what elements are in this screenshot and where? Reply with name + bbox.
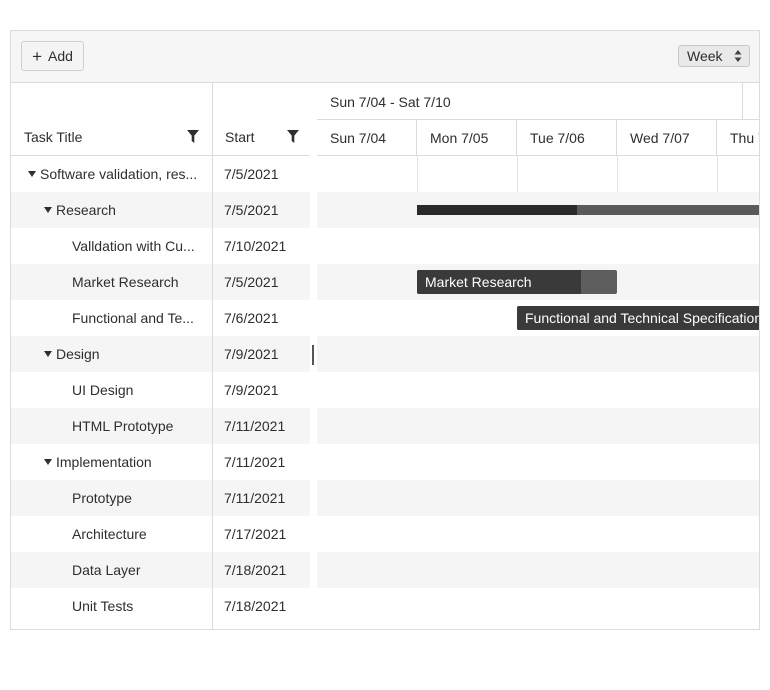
task-title: Architecture [72, 526, 147, 542]
tree-rows: Software validation, res... 7/5/2021 Resea… [11, 156, 310, 624]
summary-bar[interactable] [417, 205, 759, 215]
grid-line [517, 156, 518, 192]
task-title: Software validation, res... [40, 166, 198, 182]
filter-icon[interactable] [287, 130, 299, 143]
task-row[interactable]: Data Layer 7/18/2021 [11, 552, 310, 588]
timeline-pane: Sun 7/04 - Sat 7/10 Sun 7/04 Mon 7/05 Tue … [317, 82, 759, 629]
caret-down-icon[interactable] [28, 171, 36, 177]
day-header: Tue 7/06 [517, 120, 617, 156]
task-title: UI Design [72, 382, 134, 398]
plus-icon: + [32, 46, 42, 66]
task-start-date: 7/17/2021 [224, 526, 287, 542]
gantt-toolbar: + Add Week [11, 31, 759, 83]
task-row[interactable]: Unit Tests 7/18/2021 [11, 588, 310, 624]
task-row[interactable]: UI Design 7/9/2021 [11, 372, 310, 408]
task-title: Data Layer [72, 562, 141, 578]
task-start-date: 7/6/2021 [224, 310, 279, 326]
caret-down-icon[interactable] [44, 351, 52, 357]
add-task-button[interactable]: + Add [21, 41, 84, 71]
gantt-chart: + Add Week Task Title Start Software val… [10, 30, 760, 630]
day-header: Sun 7/04 [317, 120, 417, 156]
task-row[interactable]: Implementation 7/11/2021 [11, 444, 310, 480]
task-bar-label: Functional and Technical Specification [525, 310, 759, 326]
task-tree: Task Title Start Software validation, re… [11, 82, 310, 629]
task-bar[interactable]: Market Research [417, 270, 617, 294]
task-title: Valldation with Cu... [72, 238, 195, 254]
day-header: Mon 7/05 [417, 120, 517, 156]
week-divider [742, 82, 743, 119]
timeline-row [317, 588, 759, 624]
week-range-label: Sun 7/04 - Sat 7/10 [330, 94, 451, 110]
task-title: Unit Tests [72, 598, 134, 614]
task-row[interactable]: Design 7/9/2021 [11, 336, 310, 372]
task-title: Functional and Te... [72, 310, 194, 326]
day-header: Wed 7/07 [617, 120, 717, 156]
task-start-date: 7/11/2021 [224, 490, 286, 506]
day-header: Thu 7/08 [717, 120, 759, 156]
updown-arrows-icon [734, 50, 742, 62]
timeline-rows [317, 156, 759, 624]
grid-line [417, 156, 418, 192]
timeline-row [317, 408, 759, 444]
timeline-row [317, 156, 759, 192]
task-start-date: 7/10/2021 [224, 238, 287, 254]
caret-down-icon[interactable] [44, 459, 52, 465]
task-start-date: 7/18/2021 [224, 562, 287, 578]
column-divider[interactable] [212, 82, 213, 629]
task-start-date: 7/9/2021 [224, 382, 279, 398]
timeline-header: Sun 7/04 - Sat 7/10 Sun 7/04 Mon 7/05 Tue … [317, 82, 759, 156]
task-row[interactable]: Functional and Te... 7/6/2021 [11, 300, 310, 336]
task-title: Implementation [56, 454, 152, 470]
task-row[interactable]: Software validation, res... 7/5/2021 [11, 156, 310, 192]
filter-icon[interactable] [187, 130, 199, 143]
task-start-date: 7/18/2021 [224, 598, 287, 614]
task-row[interactable]: Prototype 7/11/2021 [11, 480, 310, 516]
column-header-start[interactable]: Start [225, 129, 255, 145]
task-row[interactable]: HTML Prototype 7/11/2021 [11, 408, 310, 444]
task-title: Prototype [72, 490, 132, 506]
task-start-date: 7/11/2021 [224, 454, 286, 470]
task-row[interactable]: Valldation with Cu... 7/10/2021 [11, 228, 310, 264]
tree-header: Task Title Start [11, 82, 310, 156]
caret-down-icon[interactable] [44, 207, 52, 213]
timeline-row [317, 444, 759, 480]
task-title: HTML Prototype [72, 418, 174, 434]
timeline-row [317, 552, 759, 588]
view-select-value: Week [687, 48, 723, 64]
timeline-row [317, 336, 759, 372]
timeline-row [317, 372, 759, 408]
task-start-date: 7/9/2021 [224, 346, 279, 362]
task-title: Market Research [72, 274, 179, 290]
task-row[interactable]: Market Research 7/5/2021 [11, 264, 310, 300]
grid-line [617, 156, 618, 192]
task-title: Research [56, 202, 116, 218]
summary-progress [417, 205, 577, 215]
pane-splitter[interactable] [312, 345, 314, 365]
task-start-date: 7/5/2021 [224, 274, 279, 290]
grid-line [717, 156, 718, 192]
column-header-title[interactable]: Task Title [24, 129, 82, 145]
task-start-date: 7/11/2021 [224, 418, 286, 434]
task-row[interactable]: Research 7/5/2021 [11, 192, 310, 228]
timeline-row [317, 228, 759, 264]
timeline-row [317, 480, 759, 516]
add-button-label: Add [48, 48, 73, 64]
task-title: Design [56, 346, 100, 362]
task-start-date: 7/5/2021 [224, 202, 279, 218]
view-select[interactable]: Week [678, 45, 750, 67]
task-bar[interactable]: Functional and Technical Specification [517, 306, 759, 330]
task-row[interactable]: Architecture 7/17/2021 [11, 516, 310, 552]
timeline-row [317, 516, 759, 552]
task-bar-label: Market Research [425, 274, 532, 290]
task-start-date: 7/5/2021 [224, 166, 279, 182]
